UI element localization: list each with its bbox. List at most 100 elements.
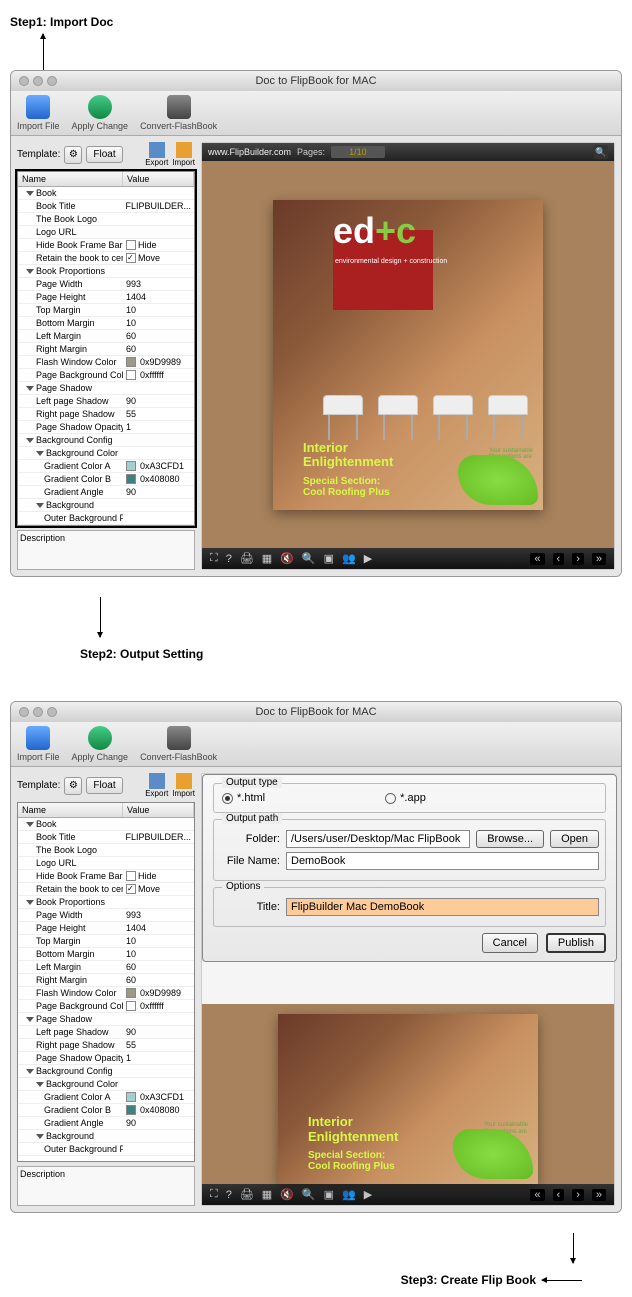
convert-button[interactable]: Convert-FlashBook [140,95,217,131]
zoom-icon[interactable]: 🔍 [302,1188,316,1201]
apply-change-button[interactable]: Apply Change [72,726,129,762]
prop-row[interactable]: Right Margin60 [18,974,194,987]
prop-row[interactable]: Logo URL [18,857,194,870]
sound-icon[interactable]: 🔇 [280,1188,294,1201]
prop-row[interactable]: Book TitleFLIPBUILDER... [18,200,194,213]
last-page-button[interactable]: » [592,1189,606,1201]
prop-row[interactable]: Page Height1404 [18,291,194,304]
prop-row[interactable]: Gradient Angle90 [18,1117,194,1130]
prop-row[interactable]: Retain the book to centerMove [18,252,194,265]
filename-input[interactable] [286,852,599,870]
help-icon[interactable]: ? [226,1189,232,1201]
template-gear-button[interactable]: ⚙ [64,146,82,164]
book-cover[interactable]: InteriorEnlightenment Special Section:Co… [278,1014,538,1184]
prop-row[interactable]: Right page Shadow55 [18,408,194,421]
prop-row[interactable]: Left Margin60 [18,961,194,974]
prop-row[interactable]: Bottom Margin10 [18,317,194,330]
cancel-button[interactable]: Cancel [482,933,538,953]
prop-row[interactable]: Page Background Color0xffffff [18,369,194,382]
print-icon[interactable]: 🖨 [240,1188,254,1201]
book-cover[interactable]: ed+c environmental design + construction… [273,200,543,510]
prop-row[interactable]: Background [18,1130,194,1143]
preview-stage[interactable]: InteriorEnlightenment Special Section:Co… [202,1004,614,1184]
prop-row[interactable]: Background Color [18,1078,194,1091]
prop-row[interactable]: Outer Background File [18,1143,194,1156]
prop-row[interactable]: Page Background Color0xffffff [18,1000,194,1013]
prop-row[interactable]: Flash Window Color0x9D9989 [18,987,194,1000]
prop-row[interactable]: Gradient Color A0xA3CFD1 [18,1091,194,1104]
fullscreen-icon[interactable]: ⛶ [210,1188,218,1201]
prop-row[interactable]: Book [18,187,194,200]
next-page-button[interactable]: › [572,553,584,565]
radio-app[interactable]: *.app [385,792,426,804]
apply-change-button[interactable]: Apply Change [72,95,129,131]
prop-row[interactable]: Right Margin60 [18,343,194,356]
prop-row[interactable]: Bottom Margin10 [18,948,194,961]
first-page-button[interactable]: « [530,1189,544,1201]
import-file-button[interactable]: Import File [17,726,60,762]
prop-row[interactable]: Right page Shadow55 [18,1039,194,1052]
fullscreen-icon[interactable]: ⛶ [210,552,218,565]
prop-row[interactable]: Background [18,499,194,512]
share-icon[interactable]: 👥 [342,552,356,565]
zoom-icon[interactable]: 🔍 [302,552,316,565]
prop-row[interactable]: Book Proportions [18,265,194,278]
thumbs-icon[interactable]: ▦ [262,1188,272,1201]
prop-row[interactable]: Page Height1404 [18,922,194,935]
prop-row[interactable]: Left page Shadow90 [18,395,194,408]
prop-row[interactable]: Hide Book Frame BarHide [18,239,194,252]
prop-row[interactable]: The Book Logo [18,213,194,226]
template-name-button[interactable]: Float [86,777,122,794]
folder-input[interactable] [286,830,470,848]
prop-row[interactable]: The Book Logo [18,844,194,857]
prop-row[interactable]: Page Width993 [18,278,194,291]
next-icon[interactable]: ▶ [364,552,372,565]
prop-row[interactable]: Retain the book to centerMove [18,883,194,896]
prop-row[interactable]: Page Shadow Opacity1 [18,1052,194,1065]
prop-row[interactable]: Gradient Angle90 [18,486,194,499]
prop-row[interactable]: Outer Background File [18,512,194,525]
import-button[interactable]: Import [172,142,195,167]
print-icon[interactable]: 🖨 [240,552,254,565]
properties-table[interactable]: Name Value BookBook TitleFLIPBUILDER...T… [17,802,195,1162]
help-icon[interactable]: ? [226,553,232,565]
export-button[interactable]: Export [145,773,168,798]
template-gear-button[interactable]: ⚙ [64,777,82,795]
browse-button[interactable]: Browse... [476,830,544,848]
prop-row[interactable]: Top Margin10 [18,304,194,317]
next-icon[interactable]: ▶ [364,1188,372,1201]
publish-button[interactable]: Publish [546,933,606,953]
prop-row[interactable]: Logo URL [18,226,194,239]
template-name-button[interactable]: Float [86,146,122,163]
prop-row[interactable]: Gradient Color B0x408080 [18,473,194,486]
prop-row[interactable]: Page Shadow Opacity1 [18,421,194,434]
share-icon[interactable]: 👥 [342,1188,356,1201]
prop-row[interactable]: Background Color [18,447,194,460]
first-page-button[interactable]: « [530,553,544,565]
prop-row[interactable]: Background Config [18,1065,194,1078]
next-page-button[interactable]: › [572,1189,584,1201]
last-page-button[interactable]: » [592,553,606,565]
prop-row[interactable]: Book [18,818,194,831]
prop-row[interactable]: Gradient Color B0x408080 [18,1104,194,1117]
search-icon[interactable]: 🔍 [594,145,608,159]
prop-row[interactable]: Page Shadow [18,1013,194,1026]
pages-indicator[interactable]: 1/10 [331,146,385,158]
convert-button[interactable]: Convert-FlashBook [140,726,217,762]
open-button[interactable]: Open [550,830,599,848]
radio-html[interactable]: *.html [222,792,265,804]
prop-row[interactable]: Left Margin60 [18,330,194,343]
prev-page-button[interactable]: ‹ [553,1189,565,1201]
import-file-button[interactable]: Import File [17,95,60,131]
properties-table[interactable]: Name Value BookBook TitleFLIPBUILDER...T… [17,171,195,526]
prop-row[interactable]: Left page Shadow90 [18,1026,194,1039]
sound-icon[interactable]: 🔇 [280,552,294,565]
prop-row[interactable]: Page Shadow [18,382,194,395]
prop-row[interactable]: Page Width993 [18,909,194,922]
export-button[interactable]: Export [145,142,168,167]
title-input[interactable] [286,898,599,916]
prop-row[interactable]: Flash Window Color0x9D9989 [18,356,194,369]
thumbs-icon[interactable]: ▦ [262,552,272,565]
prop-row[interactable]: Book TitleFLIPBUILDER... [18,831,194,844]
prop-row[interactable]: Top Margin10 [18,935,194,948]
